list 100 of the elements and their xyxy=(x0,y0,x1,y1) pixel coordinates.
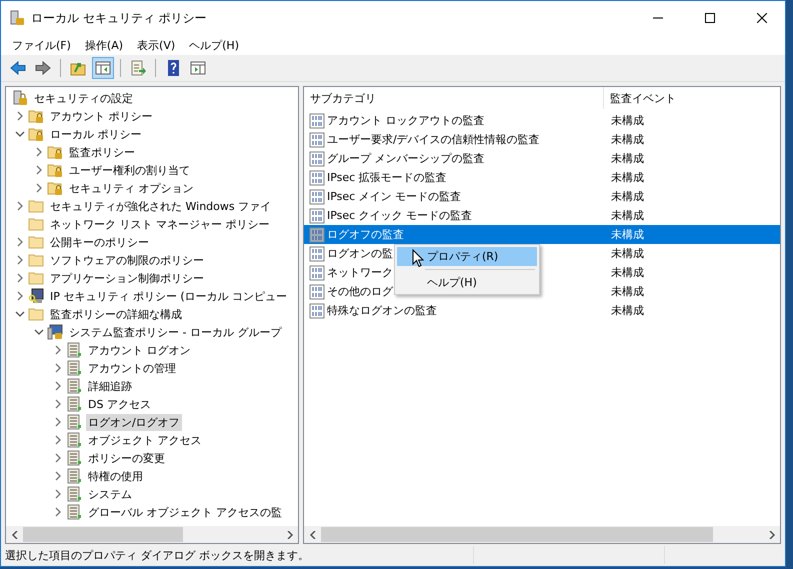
expand-chevron-icon[interactable] xyxy=(15,291,25,301)
subcategory-text[interactable]: IPsec クイック モードの監査 xyxy=(327,208,472,223)
tree-item[interactable]: IP セキュリティ ポリシー (ローカル コンピュー xyxy=(48,288,290,304)
menu-item[interactable]: 表示(V) xyxy=(130,38,182,52)
expand-chevron-icon[interactable] xyxy=(53,399,63,409)
tree-item[interactable]: システム監査ポリシー - ローカル グループ xyxy=(67,324,284,340)
collapse-chevron-icon[interactable] xyxy=(15,309,25,319)
expand-chevron-icon[interactable] xyxy=(53,363,63,373)
binary-icon xyxy=(309,170,325,186)
folder-up-icon xyxy=(70,63,86,76)
tree-item[interactable]: セキュリティ オプション xyxy=(67,180,196,196)
expand-chevron-icon[interactable] xyxy=(15,255,25,265)
audit-list-icon xyxy=(66,378,82,394)
tree-item[interactable]: ネットワーク リスト マネージャー ポリシー xyxy=(48,216,272,232)
expand-chevron-icon[interactable] xyxy=(53,381,63,391)
expand-chevron-icon[interactable] xyxy=(53,489,63,499)
left-chevron-icon xyxy=(10,530,18,538)
expand-chevron-icon[interactable] xyxy=(53,453,63,463)
tree-item[interactable]: ローカル ポリシー xyxy=(48,126,144,142)
menu-item[interactable]: ヘルプ(H) xyxy=(182,38,246,52)
selected-row[interactable]: ログオフの監査 未構成 xyxy=(304,225,780,244)
expand-chevron-icon[interactable] xyxy=(34,147,44,157)
subcategory-text[interactable]: ネットワーク xyxy=(327,265,393,280)
menu-item[interactable]: 操作(A) xyxy=(78,38,130,52)
tree-item[interactable]: セキュリティが強化された Windows ファイ xyxy=(48,198,274,214)
computer-key-icon xyxy=(28,288,44,304)
status-text: 選択した項目のプロパティ ダイアログ ボックスを開きます。 xyxy=(4,548,310,562)
tree-item[interactable]: DS アクセス xyxy=(86,396,153,412)
computer-lock-icon xyxy=(47,324,63,340)
tree-item[interactable]: アカウント ログオン xyxy=(86,342,192,358)
event-text: 未構成 xyxy=(610,151,644,166)
expand-chevron-icon[interactable] xyxy=(15,237,25,247)
tree-item[interactable]: アカウント ポリシー xyxy=(48,108,154,124)
expand-chevron-icon[interactable] xyxy=(53,435,63,445)
subcategory-text[interactable]: ログオンの監 xyxy=(327,246,393,261)
event-text: 未構成 xyxy=(610,284,644,299)
subcategory-text[interactable]: その他のログ xyxy=(327,284,393,299)
binary-icon xyxy=(309,188,325,204)
expand-chevron-icon[interactable] xyxy=(53,345,63,355)
event-text: 未構成 xyxy=(610,170,644,185)
subcategory-text[interactable]: ログオフの監査 xyxy=(327,227,404,242)
binary-icon xyxy=(309,132,325,148)
collapse-chevron-icon[interactable] xyxy=(15,129,25,139)
audit-list-icon xyxy=(66,504,82,520)
left-chevron-icon xyxy=(308,530,316,538)
tree-item[interactable]: 公開キーのポリシー xyxy=(48,234,151,250)
expand-chevron-icon[interactable] xyxy=(15,201,25,211)
tree-item[interactable]: 監査ポリシー xyxy=(67,144,137,160)
subcategory-text[interactable]: 特殊なログオンの監査 xyxy=(327,303,437,318)
expand-chevron-icon[interactable] xyxy=(34,165,44,175)
binary-icon xyxy=(309,226,325,242)
tree-item[interactable]: 特権の使用 xyxy=(86,468,145,484)
window-title: ローカル セキュリティ ポリシー xyxy=(31,10,208,26)
column-header[interactable]: サブカテゴリ xyxy=(310,90,376,106)
help-icon xyxy=(168,60,179,76)
tree-item[interactable]: 詳細追跡 xyxy=(86,378,134,394)
tree-item[interactable]: アカウントの管理 xyxy=(86,360,178,376)
locked-folder-icon xyxy=(28,126,44,142)
folder-icon xyxy=(28,234,44,250)
app-icon xyxy=(9,10,25,26)
event-text: 未構成 xyxy=(610,208,644,223)
tree-item[interactable]: ポリシーの変更 xyxy=(86,450,167,466)
tree-item[interactable]: システム xyxy=(86,486,134,502)
expand-chevron-icon[interactable] xyxy=(53,471,63,481)
subcategory-text[interactable]: アカウント ロックアウトの監査 xyxy=(327,113,484,128)
tree-item[interactable]: グローバル オブジェクト アクセスの監 xyxy=(86,504,284,520)
binary-icon xyxy=(309,264,325,280)
expand-chevron-icon[interactable] xyxy=(15,273,25,283)
tree-item[interactable]: ソフトウェアの制限のポリシー xyxy=(48,252,206,268)
tree-item[interactable]: 監査ポリシーの詳細な構成 xyxy=(48,306,184,322)
right-chevron-icon xyxy=(768,530,776,538)
audit-list-icon xyxy=(66,414,82,430)
menu-item[interactable]: プロパティ(R) xyxy=(397,247,537,266)
menu-item[interactable]: ファイル(F) xyxy=(5,38,78,52)
maximize-icon xyxy=(705,13,715,23)
server-lock-icon xyxy=(12,90,28,106)
tree-item[interactable]: アプリケーション制御ポリシー xyxy=(48,270,206,286)
scrollbar-thumb[interactable] xyxy=(23,527,183,542)
expand-chevron-icon[interactable] xyxy=(34,183,44,193)
toolbar-button[interactable] xyxy=(92,57,114,79)
audit-list-icon xyxy=(66,468,82,484)
column-header[interactable]: 監査イベント xyxy=(610,92,676,104)
subcategory-text[interactable]: IPsec 拡張モードの監査 xyxy=(327,170,447,185)
expand-chevron-icon[interactable] xyxy=(53,417,63,427)
subcategory-text[interactable]: グループ メンバーシップの監査 xyxy=(327,151,484,166)
tree-item[interactable]: オブジェクト アクセス xyxy=(86,432,204,448)
subcategory-text[interactable]: ユーザー要求/デバイスの信頼性情報の監査 xyxy=(327,132,540,147)
audit-list-icon xyxy=(66,486,82,502)
menu-item[interactable]: ヘルプ(H) xyxy=(397,273,537,292)
tree-item[interactable]: セキュリティの設定 xyxy=(32,90,135,106)
binary-icon xyxy=(309,246,325,262)
expand-chevron-icon[interactable] xyxy=(53,507,63,517)
panel-toggle-icon xyxy=(96,62,110,74)
scrollbar-thumb[interactable] xyxy=(321,527,713,542)
collapse-chevron-icon[interactable] xyxy=(34,327,44,337)
expand-chevron-icon[interactable] xyxy=(15,111,25,121)
tree-item[interactable]: ログオン/ログオフ xyxy=(86,414,182,430)
subcategory-text[interactable]: IPsec メイン モードの監査 xyxy=(327,189,462,204)
right-chevron-icon xyxy=(286,530,294,538)
tree-item[interactable]: ユーザー権利の割り当て xyxy=(67,162,192,178)
